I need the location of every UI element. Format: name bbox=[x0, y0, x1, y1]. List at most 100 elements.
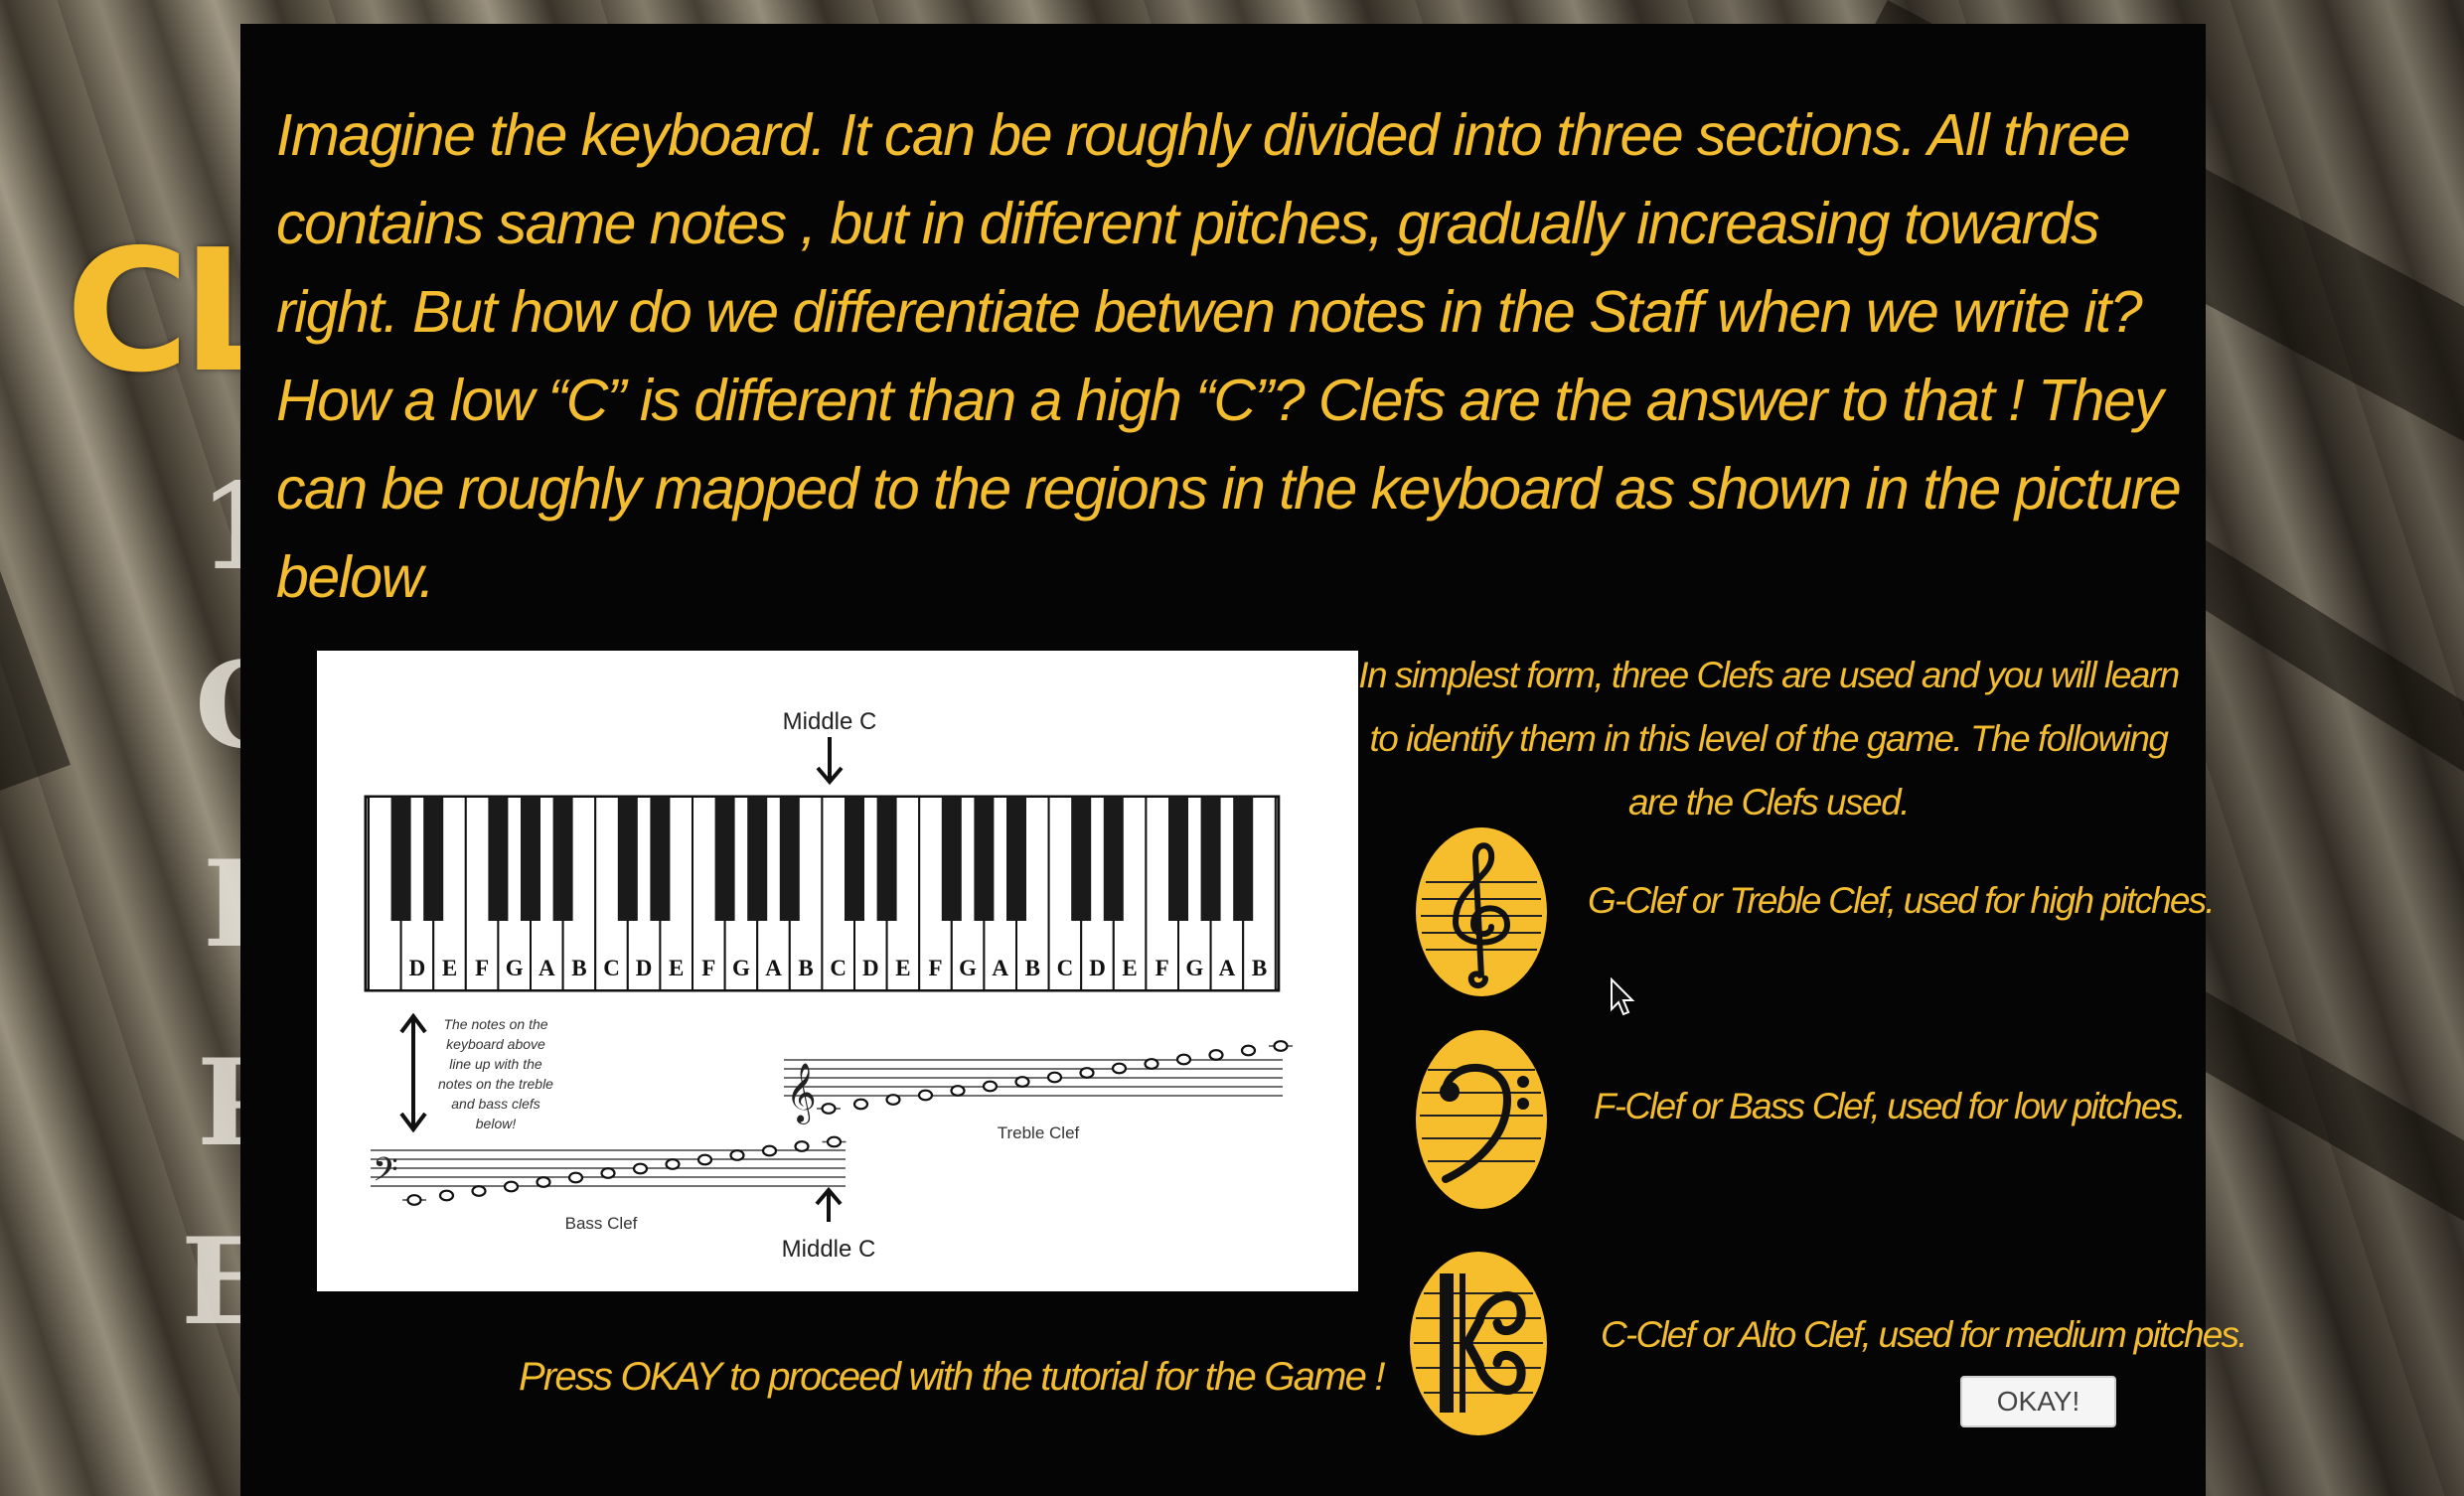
key-letter: C bbox=[830, 956, 847, 980]
note-head bbox=[665, 1158, 681, 1170]
black-key bbox=[390, 797, 411, 921]
note-head bbox=[536, 1176, 551, 1188]
black-key bbox=[423, 797, 444, 921]
black-key bbox=[650, 797, 671, 921]
note-head bbox=[821, 1103, 837, 1115]
note-caption: The notes on the keyboard above line up wi… bbox=[438, 1016, 553, 1131]
key-letter: G bbox=[1185, 956, 1203, 980]
key-letter: B bbox=[1025, 956, 1040, 980]
piano-keyboard: DEFGABCDEFGABCDEFGABCDEFGAB bbox=[364, 795, 1281, 992]
key-letter: F bbox=[701, 956, 715, 980]
note-head bbox=[1014, 1076, 1030, 1088]
note-head bbox=[1208, 1049, 1224, 1061]
bass-clef-symbol: 𝄢 bbox=[373, 1151, 398, 1197]
black-key bbox=[488, 797, 509, 921]
key-letter: E bbox=[1122, 956, 1137, 980]
key-letter: A bbox=[1219, 956, 1236, 980]
key-letter: F bbox=[475, 956, 489, 980]
key-letter: C bbox=[603, 956, 620, 980]
key-letter: G bbox=[959, 956, 977, 980]
treble-staff: 𝄞 bbox=[784, 1040, 1293, 1124]
background-menu-letters: 1 C F P E bbox=[181, 457, 290, 1352]
key-letter: B bbox=[1252, 956, 1267, 980]
key-letter: B bbox=[798, 956, 813, 980]
treble-clef-caption: Treble Clef bbox=[998, 1123, 1080, 1142]
clefs-intro-text: In simplest form, three Clefs are used a… bbox=[1358, 655, 2180, 823]
note-head bbox=[567, 1171, 584, 1184]
black-key bbox=[617, 797, 638, 921]
note-caption-line: below! bbox=[476, 1116, 517, 1131]
treble-clef-symbol: 𝄞 bbox=[786, 1063, 817, 1124]
okay-button[interactable]: OKAY! bbox=[1960, 1376, 2116, 1427]
middle-c-bottom-arrow bbox=[815, 1186, 843, 1222]
black-key bbox=[779, 797, 800, 921]
bass-staff: 𝄢 bbox=[371, 1135, 847, 1206]
bass-clef-icon bbox=[1416, 1030, 1547, 1209]
black-key bbox=[521, 797, 540, 921]
note-head bbox=[885, 1094, 901, 1106]
note-head bbox=[503, 1180, 520, 1193]
note-head bbox=[1273, 1040, 1289, 1052]
note-head bbox=[471, 1185, 487, 1197]
note-head bbox=[1144, 1058, 1159, 1070]
diagram-svg: Middle C DEFGABCDEFGABCDEFGABCDEFGAB The… bbox=[364, 708, 1293, 1263]
note-caption-line: The notes on the bbox=[443, 1016, 547, 1032]
note-head bbox=[1175, 1053, 1192, 1066]
key-letter: G bbox=[732, 956, 750, 980]
note-head bbox=[1046, 1071, 1063, 1084]
note-head bbox=[696, 1153, 713, 1166]
bass-clef-label: F-Clef or Bass Clef, used for low pitche… bbox=[1594, 1086, 2187, 1126]
note-head bbox=[794, 1140, 810, 1152]
mouse-cursor-icon bbox=[1611, 977, 1635, 1016]
treble-clef-label: G-Clef or Treble Clef, used for high pit… bbox=[1588, 880, 2216, 921]
note-caption-line: keyboard above bbox=[446, 1036, 545, 1052]
note-caption-line: and bass clefs bbox=[451, 1096, 540, 1112]
key-letter: C bbox=[1057, 956, 1074, 980]
note-head bbox=[917, 1089, 934, 1102]
middle-c-bottom-label: Middle C bbox=[782, 1236, 876, 1263]
treble-clef-icon bbox=[1416, 827, 1547, 996]
key-letter: D bbox=[409, 956, 426, 980]
note-head bbox=[1079, 1067, 1095, 1079]
key-letter: E bbox=[442, 956, 457, 980]
black-key bbox=[1071, 797, 1092, 921]
black-key bbox=[552, 797, 573, 921]
key-letter: G bbox=[506, 956, 524, 980]
note-head bbox=[438, 1189, 455, 1202]
alto-clef-icon bbox=[1410, 1252, 1547, 1435]
bass-clef-caption: Bass Clef bbox=[565, 1214, 638, 1233]
key-letter: A bbox=[992, 956, 1008, 980]
double-arrow-icon bbox=[399, 1012, 427, 1133]
note-head bbox=[826, 1135, 843, 1148]
note-head bbox=[950, 1085, 966, 1097]
key-letter: E bbox=[669, 956, 684, 980]
proceed-instruction: Press OKAY to proceed with the tutorial … bbox=[519, 1355, 1385, 1399]
key-letter: D bbox=[862, 956, 879, 980]
note-caption-line: line up with the bbox=[449, 1056, 542, 1072]
middle-c-top-arrow bbox=[816, 737, 844, 786]
key-letter: F bbox=[1155, 956, 1169, 980]
note-head bbox=[406, 1194, 422, 1206]
note-head bbox=[852, 1098, 869, 1111]
note-caption-line: notes on the treble bbox=[438, 1076, 553, 1092]
note-head bbox=[600, 1167, 616, 1179]
note-head bbox=[729, 1149, 745, 1161]
key-letter: A bbox=[539, 956, 555, 980]
black-key bbox=[845, 797, 864, 921]
black-key bbox=[747, 797, 768, 921]
keyboard-clef-diagram: Middle C DEFGABCDEFGABCDEFGABCDEFGAB The… bbox=[317, 651, 1358, 1291]
key-letter: A bbox=[765, 956, 782, 980]
black-key bbox=[1168, 797, 1188, 921]
black-key bbox=[1233, 797, 1254, 921]
key-letter: E bbox=[895, 956, 910, 980]
key-letter: F bbox=[928, 956, 942, 980]
alto-clef-label: C-Clef or Alto Clef, used for medium pit… bbox=[1601, 1314, 2247, 1355]
key-letter: D bbox=[636, 956, 653, 980]
key-letter: B bbox=[571, 956, 586, 980]
intro-text: Imagine the keyboard. It can be roughly … bbox=[276, 102, 2182, 610]
note-head bbox=[1240, 1044, 1257, 1057]
note-head bbox=[1111, 1062, 1128, 1075]
note-head bbox=[632, 1162, 649, 1175]
key-letter: D bbox=[1089, 956, 1106, 980]
note-head bbox=[982, 1080, 999, 1093]
